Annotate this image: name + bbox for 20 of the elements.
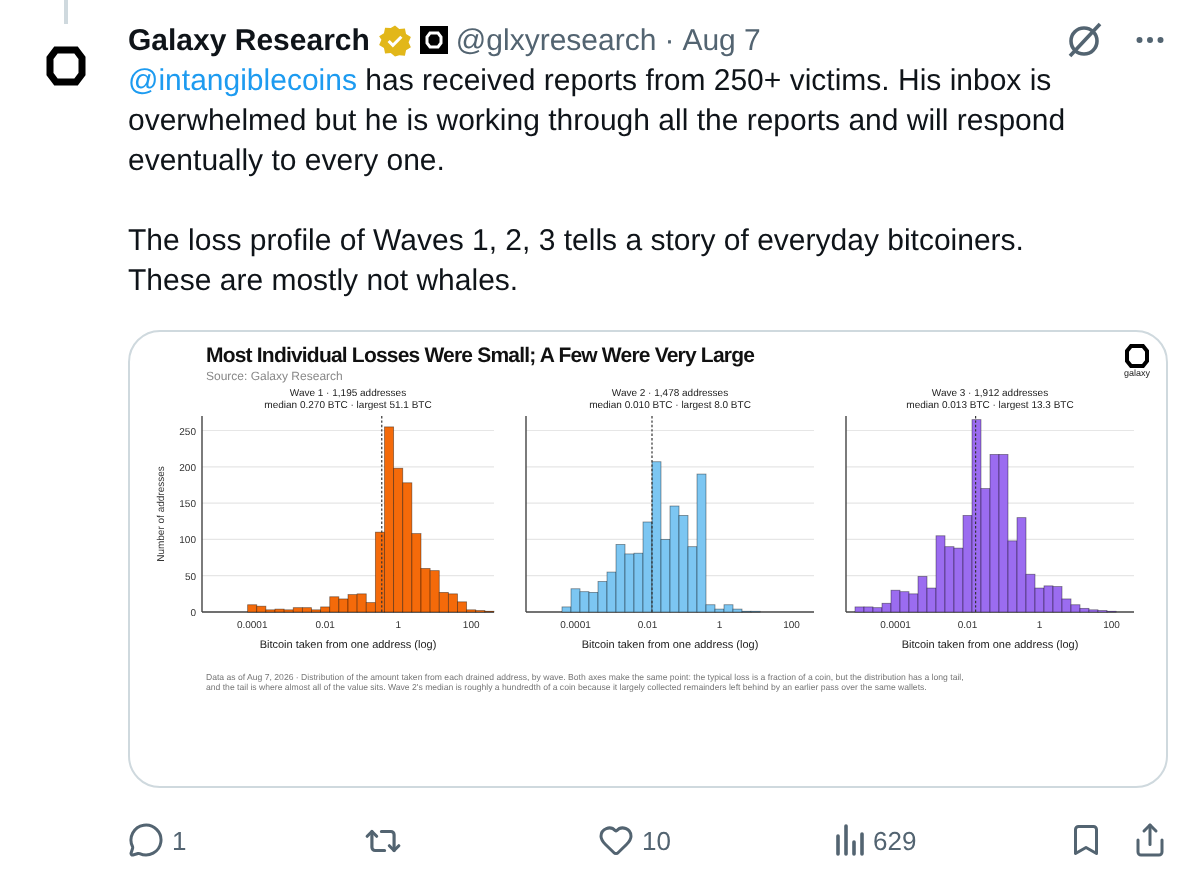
share-button[interactable] (1132, 822, 1168, 858)
logo-icon (1123, 344, 1150, 368)
post-text: @intangiblecoins has received reports from 250+ victims. His inbox is overwhelmed but he is working through all the reports and will respond eventually to every one. (128, 62, 1068, 182)
author-name[interactable]: Galaxy Research (128, 23, 370, 57)
bookmark-button[interactable] (1068, 822, 1104, 858)
figure-title: Most Individual Losses Were Small; A Few Were Very Large (206, 344, 755, 368)
bar-chart-icon (833, 824, 865, 856)
bookmark-icon (1068, 822, 1104, 858)
grok-icon[interactable] (1064, 20, 1104, 60)
reply-icon (128, 822, 164, 858)
heart-icon (598, 822, 634, 858)
separator: · (664, 23, 675, 57)
views-button[interactable]: 629 (833, 824, 1068, 856)
reply-button[interactable]: 1 (128, 822, 363, 858)
author-handle[interactable]: @glxyresearch (455, 23, 657, 57)
chart-card[interactable] (128, 330, 1168, 788)
like-button[interactable]: 10 (598, 822, 833, 858)
share-icon (1132, 822, 1168, 858)
post-text: The loss profile of Waves 1, 2, 3 tells a story of everyday bitcoiners. These are mostly not whales. (128, 222, 1026, 302)
post-date[interactable]: Aug 7 (682, 23, 761, 57)
